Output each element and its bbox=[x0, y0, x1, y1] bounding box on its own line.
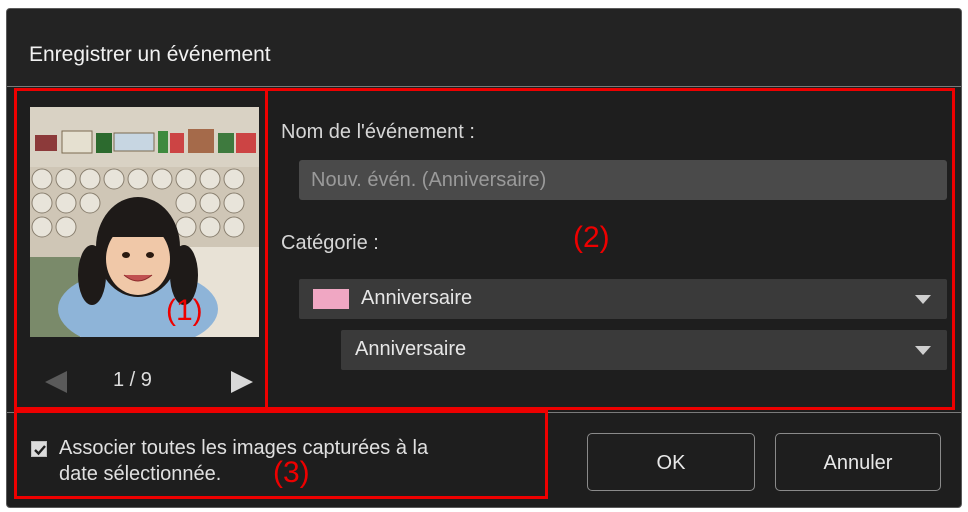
photo-preview-panel: 1 / 9 bbox=[21, 97, 264, 409]
dialog-footer: Associer toutes les images capturées à l… bbox=[7, 412, 961, 507]
triangle-left-icon[interactable] bbox=[45, 371, 67, 393]
annotation-marker-1: (1) bbox=[166, 294, 203, 327]
dialog-title: Enregistrer un événement bbox=[29, 43, 271, 66]
event-photo bbox=[30, 107, 259, 337]
subcategory-select[interactable]: Anniversaire bbox=[341, 330, 947, 370]
event-form-panel: Nom de l'événement : Catégorie : Anniver… bbox=[265, 97, 955, 409]
photo-navigation: 1 / 9 bbox=[21, 365, 264, 405]
category-select[interactable]: Anniversaire bbox=[299, 279, 947, 319]
event-name-label: Nom de l'événement : bbox=[281, 121, 475, 143]
checkmark-icon bbox=[34, 445, 46, 456]
annotation-marker-2: (2) bbox=[573, 221, 610, 254]
chevron-down-icon bbox=[915, 295, 931, 304]
ok-button[interactable]: OK bbox=[587, 433, 755, 491]
subcategory-select-value: Anniversaire bbox=[355, 338, 467, 360]
chevron-down-icon bbox=[915, 346, 931, 355]
category-color-swatch bbox=[313, 289, 349, 309]
event-name-input[interactable] bbox=[299, 160, 947, 200]
category-select-value: Anniversaire bbox=[361, 287, 473, 309]
category-label: Catégorie : bbox=[281, 232, 379, 254]
cancel-button[interactable]: Annuler bbox=[775, 433, 941, 491]
photo-illustration bbox=[30, 107, 259, 337]
dialog-titlebar: Enregistrer un événement bbox=[7, 9, 961, 87]
annotation-marker-3: (3) bbox=[273, 456, 310, 489]
triangle-right-icon[interactable] bbox=[231, 371, 253, 393]
associate-images-checkbox[interactable] bbox=[31, 441, 47, 457]
register-event-dialog: Enregistrer un événement 1 / 9 Nom de l'… bbox=[6, 8, 962, 508]
page-counter: 1 / 9 bbox=[113, 369, 152, 391]
